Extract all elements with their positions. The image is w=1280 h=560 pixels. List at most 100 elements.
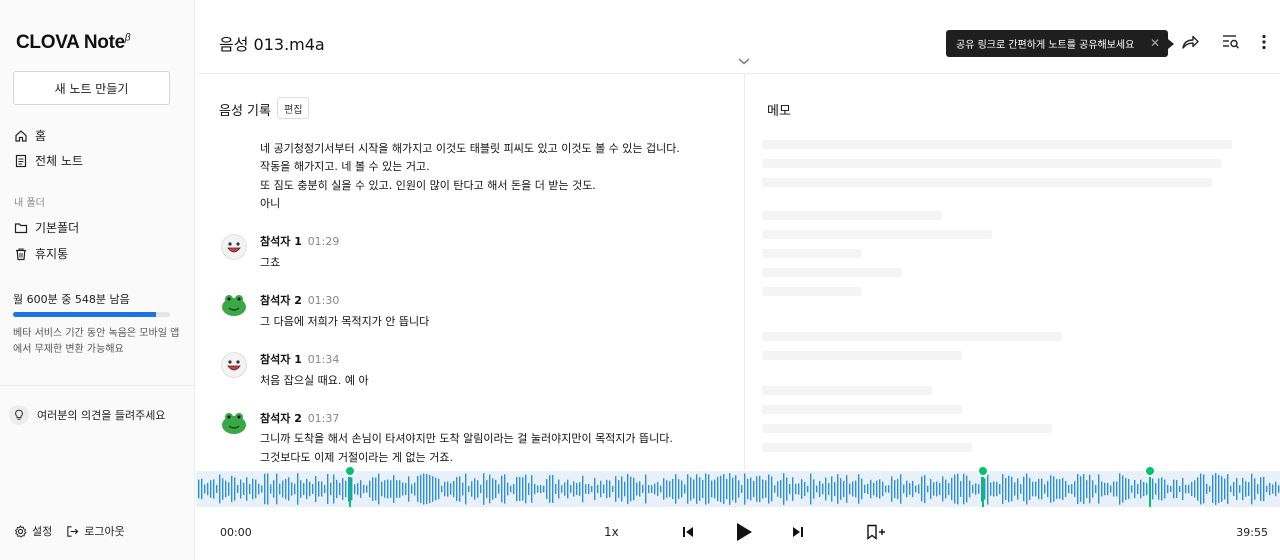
waveform-bar — [1260, 477, 1262, 501]
sidebar-item-default-folder[interactable]: 기본폴더 — [14, 219, 79, 236]
waveform-bar — [603, 484, 605, 494]
waveform-bar — [876, 480, 878, 498]
waveform-bar — [228, 482, 230, 496]
sidebar-item-all-notes[interactable]: 전체 노트 — [14, 152, 83, 169]
waveform-bar — [477, 480, 479, 498]
waveform-bar — [465, 473, 467, 505]
waveform-bar — [345, 480, 347, 498]
edit-button[interactable]: 편집 — [277, 97, 310, 119]
waveform-bar — [258, 483, 260, 495]
transcript-list[interactable]: 네 공기청정기서부터 시작을 해가지고 이것도 태블릿 피씨도 있고 이것도 볼… — [196, 130, 744, 470]
waveform-bar — [396, 480, 398, 498]
sidebar-item-home[interactable]: 홈 — [14, 127, 46, 144]
waveform-bar — [1209, 485, 1211, 493]
play-button[interactable] — [734, 522, 754, 542]
waveform-bar — [717, 476, 719, 502]
share-tooltip-text: 공유 링크로 간편하게 노트를 공유해보세요 — [956, 40, 1135, 51]
audio-waveform[interactable] — [196, 471, 1280, 507]
waveform-bar — [1098, 474, 1100, 504]
waveform-bar — [759, 475, 761, 503]
waveform-bar — [327, 473, 329, 505]
speaker-name[interactable]: 참석자 2 01:37 — [260, 410, 339, 426]
skip-forward-button[interactable] — [790, 524, 806, 540]
app-logo[interactable]: CLOVA Noteβ — [16, 32, 131, 54]
waveform-bar — [1152, 478, 1154, 500]
waveform-bar — [423, 473, 425, 505]
speaker-name[interactable]: 참석자 1 01:34 — [260, 351, 339, 367]
speaker-name[interactable]: 참석자 2 01:30 — [260, 292, 339, 308]
waveform-bar — [723, 474, 725, 504]
bookmark-marker[interactable] — [1143, 465, 1156, 507]
bookmark-marker[interactable] — [976, 465, 989, 507]
sidebar-item-trash[interactable]: 휴지통 — [14, 245, 68, 262]
waveform-bar — [1044, 484, 1046, 494]
waveform-bar — [360, 480, 362, 498]
current-time: 00:00 — [220, 526, 252, 539]
waveform-bar — [213, 479, 215, 499]
waveform-bar — [840, 478, 842, 500]
note-title[interactable]: 음성 013.m4a — [219, 31, 325, 55]
waveform-bar — [588, 483, 590, 495]
speaker-label: 참석자 1 — [260, 235, 302, 248]
skip-back-button[interactable] — [680, 524, 696, 540]
timestamp[interactable]: 01:30 — [308, 294, 340, 307]
waveform-bar — [1080, 476, 1082, 502]
waveform-bar — [771, 476, 773, 502]
bookmark-marker[interactable] — [343, 465, 356, 507]
waveform-bar — [975, 483, 977, 495]
logout-icon — [67, 525, 79, 537]
waveform-bar — [480, 484, 482, 494]
add-bookmark-button[interactable] — [866, 523, 886, 541]
waveform-bar — [744, 473, 746, 505]
transcript-line: 그 다음에 저희가 목적지가 안 뜹니다 — [260, 315, 430, 328]
waveform-bar — [699, 477, 701, 501]
waveform-bar — [1197, 477, 1199, 501]
share-button[interactable] — [1180, 32, 1200, 52]
waveform-bar — [594, 477, 596, 501]
settings-link[interactable]: 설정 — [14, 523, 52, 539]
waveform-bar — [1218, 474, 1220, 504]
timestamp[interactable]: 01:34 — [308, 353, 340, 366]
waveform-bar — [1167, 484, 1169, 494]
waveform-bar — [1122, 475, 1124, 503]
waveform-bar — [1005, 477, 1007, 501]
chevron-down-icon[interactable] — [737, 56, 751, 66]
waveform-bar — [921, 476, 923, 502]
sidebar-item-label: 전체 노트 — [35, 154, 83, 168]
waveform-bar — [660, 485, 662, 493]
waveform-bar — [549, 475, 551, 503]
playback-speed-button[interactable]: 1x — [604, 525, 619, 539]
close-icon[interactable]: ✕ — [1150, 36, 1160, 50]
logout-link[interactable]: 로그아웃 — [66, 523, 125, 539]
waveform-bar — [933, 482, 935, 496]
timestamp[interactable]: 01:29 — [308, 235, 340, 248]
skip-back-icon — [683, 527, 693, 537]
waveform-bar — [909, 483, 911, 495]
waveform-bar — [1053, 476, 1055, 502]
waveform-bar — [747, 478, 749, 500]
waveform-bar — [450, 483, 452, 495]
waveform-bar — [837, 474, 839, 504]
waveform-bar — [1134, 479, 1136, 499]
lightbulb-icon — [9, 405, 29, 425]
new-note-button[interactable]: 새 노트 만들기 — [13, 71, 170, 105]
memo-editor[interactable] — [762, 140, 1262, 462]
more-button[interactable] — [1254, 32, 1274, 52]
waveform-bar — [516, 476, 518, 502]
search-list-button[interactable] — [1221, 32, 1241, 52]
header-divider — [196, 73, 1280, 74]
transcript-line: 그것보다도 이제 거절이라는 게 없는 거죠. — [260, 451, 454, 464]
waveform-bar — [819, 480, 821, 498]
feedback-link[interactable]: 여러분의 의견을 들려주세요 — [9, 405, 165, 425]
waveform-bar — [1146, 482, 1148, 496]
waveform-bar — [1137, 483, 1139, 495]
waveform-bar — [318, 481, 320, 497]
share-tooltip: 공유 링크로 간편하게 노트를 공유해보세요 ✕ — [946, 30, 1174, 57]
waveform-bar — [984, 478, 986, 500]
waveform-bar — [714, 479, 716, 499]
timestamp[interactable]: 01:37 — [308, 412, 340, 425]
waveform-bar — [570, 485, 572, 493]
speaker-name[interactable]: 참석자 1 01:29 — [260, 233, 339, 249]
waveform-bar — [1269, 482, 1271, 496]
waveform-bar — [402, 482, 404, 496]
